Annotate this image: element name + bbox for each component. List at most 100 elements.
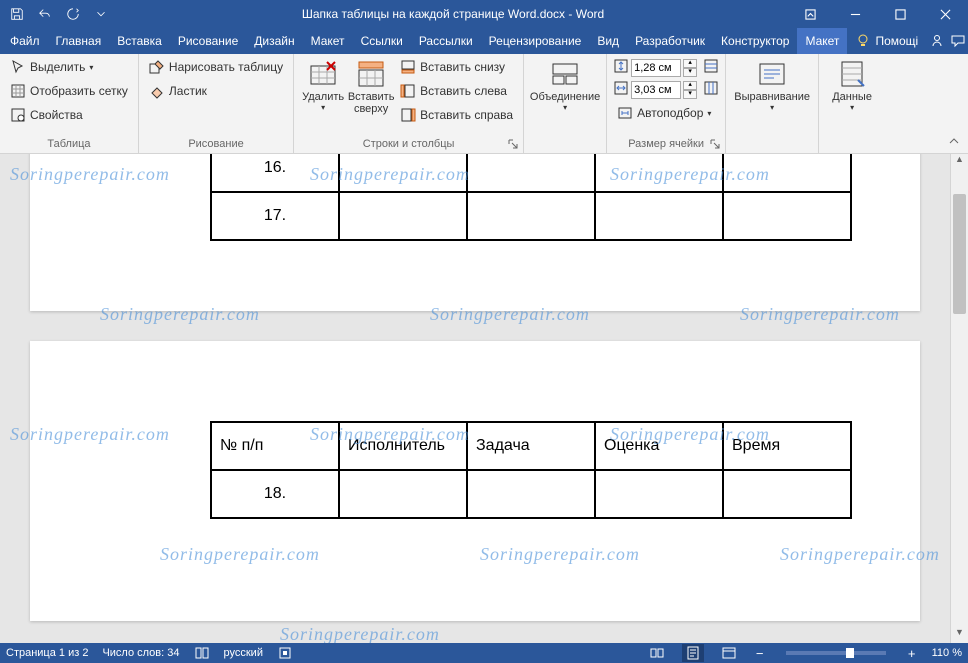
spellcheck-button[interactable] xyxy=(194,645,210,661)
dialog-launcher-icon[interactable] xyxy=(709,138,721,150)
delete-button[interactable]: Удалить▾ xyxy=(300,56,346,137)
close-button[interactable] xyxy=(923,0,968,28)
tab-home[interactable]: Главная xyxy=(48,28,110,54)
table-cell[interactable]: 17. xyxy=(211,192,339,240)
collapse-ribbon-button[interactable] xyxy=(946,133,962,149)
book-icon xyxy=(194,645,210,661)
width-spinner[interactable]: ▴▾ xyxy=(683,81,697,99)
tab-file[interactable]: Файл xyxy=(2,28,48,54)
read-mode-icon xyxy=(649,645,665,661)
group-alignment: Выравнивание▾ xyxy=(726,54,819,153)
undo-button[interactable] xyxy=(32,3,58,25)
qat-dropdown[interactable] xyxy=(88,3,114,25)
group-rowscols-label: Строки и столбцы xyxy=(300,137,517,153)
tab-mailings[interactable]: Рассылки xyxy=(411,28,481,54)
macro-button[interactable] xyxy=(277,645,293,661)
properties-button[interactable]: Свойства xyxy=(6,104,132,126)
zoom-thumb[interactable] xyxy=(846,648,854,658)
zoom-in-button[interactable]: + xyxy=(906,646,918,661)
scroll-down-icon[interactable]: ▼ xyxy=(951,627,968,643)
table-cell[interactable] xyxy=(339,192,467,240)
read-mode-button[interactable] xyxy=(646,644,668,662)
tab-design[interactable]: Дизайн xyxy=(246,28,302,54)
share-button[interactable] xyxy=(926,28,947,54)
row-height-field[interactable]: ▴▾ xyxy=(613,58,719,77)
table-header-cell[interactable]: Время xyxy=(723,422,851,470)
tab-table-design[interactable]: Конструктор xyxy=(713,28,797,54)
distribute-cols-icon[interactable] xyxy=(703,80,719,99)
insert-below-button[interactable]: Вставить снизу xyxy=(396,56,517,78)
scroll-up-icon[interactable]: ▲ xyxy=(951,154,968,170)
page-indicator[interactable]: Страница 1 из 2 xyxy=(6,647,88,659)
select-button[interactable]: Выделить ▾ xyxy=(6,56,132,78)
word-count[interactable]: Число слов: 34 xyxy=(102,647,179,659)
table-cell[interactable] xyxy=(467,470,595,518)
web-layout-button[interactable] xyxy=(718,644,740,662)
table-cell[interactable]: 16. xyxy=(211,154,339,192)
save-button[interactable] xyxy=(4,3,30,25)
autofit-button[interactable]: Автоподбор ▾ xyxy=(613,102,719,124)
zoom-slider[interactable] xyxy=(786,651,886,655)
group-align-label xyxy=(732,137,812,153)
draw-table-button[interactable]: Нарисовать таблицу xyxy=(145,56,287,78)
table-cell[interactable] xyxy=(595,192,723,240)
document-table-page2[interactable]: № п/пИсполнительЗадачаОценкаВремя 18. xyxy=(210,421,852,519)
zoom-level[interactable]: 110 % xyxy=(932,647,962,659)
alignment-button[interactable]: Выравнивание▾ xyxy=(732,56,812,137)
minimize-button[interactable] xyxy=(833,0,878,28)
insert-right-button[interactable]: Вставить справа xyxy=(396,104,517,126)
data-button[interactable]: Данные▾ xyxy=(825,56,879,137)
col-width-field[interactable]: ▴▾ xyxy=(613,80,719,99)
table-cell[interactable] xyxy=(339,470,467,518)
table-cell[interactable] xyxy=(595,470,723,518)
eraser-button[interactable]: Ластик xyxy=(145,80,287,102)
row-height-input[interactable] xyxy=(631,59,681,77)
group-merge-label xyxy=(530,137,600,153)
table-header-cell[interactable]: Задача xyxy=(467,422,595,470)
language-indicator[interactable]: русский xyxy=(224,647,263,659)
tab-review[interactable]: Рецензирование xyxy=(481,28,590,54)
gridlines-button[interactable]: Отобразить сетку xyxy=(6,80,132,102)
tab-view[interactable]: Вид xyxy=(589,28,627,54)
table-cell[interactable] xyxy=(723,154,851,192)
col-width-input[interactable] xyxy=(631,81,681,99)
print-layout-button[interactable] xyxy=(682,644,704,662)
tab-draw[interactable]: Рисование xyxy=(170,28,246,54)
document-table-page1[interactable]: 16. 17. xyxy=(210,154,852,241)
table-header-cell[interactable]: Исполнитель xyxy=(339,422,467,470)
properties-icon xyxy=(10,107,26,123)
table-cell[interactable] xyxy=(595,154,723,192)
tab-developer[interactable]: Разработчик xyxy=(627,28,713,54)
tab-layout[interactable]: Макет xyxy=(303,28,353,54)
table-row: 16. xyxy=(211,154,851,192)
redo-button[interactable] xyxy=(60,3,86,25)
table-cell[interactable] xyxy=(723,192,851,240)
table-cell[interactable]: 18. xyxy=(211,470,339,518)
height-spinner[interactable]: ▴▾ xyxy=(683,59,697,77)
tell-me[interactable]: Помощі xyxy=(847,28,926,54)
table-cell[interactable] xyxy=(467,154,595,192)
table-header-cell[interactable]: № п/п xyxy=(211,422,339,470)
properties-label: Свойства xyxy=(30,108,83,122)
insert-left-button[interactable]: Вставить слева xyxy=(396,80,517,102)
distribute-rows-icon[interactable] xyxy=(703,58,719,77)
dialog-launcher-icon[interactable] xyxy=(507,138,519,150)
insert-above-button[interactable]: Вставить сверху xyxy=(348,56,394,137)
zoom-out-button[interactable]: − xyxy=(754,646,766,661)
table-cell[interactable] xyxy=(467,192,595,240)
comments-button[interactable] xyxy=(947,28,968,54)
table-cell[interactable] xyxy=(723,470,851,518)
vertical-scrollbar[interactable]: ▲ ▼ xyxy=(950,154,968,643)
ribbon-options-button[interactable] xyxy=(788,0,833,28)
table-cell[interactable] xyxy=(339,154,467,192)
scrollbar-thumb[interactable] xyxy=(953,194,966,314)
window-title: Шапка таблицы на каждой странице Word.do… xyxy=(118,7,788,21)
tab-insert[interactable]: Вставка xyxy=(109,28,170,54)
select-label: Выделить xyxy=(30,60,85,74)
merge-button[interactable]: Объединение▾ xyxy=(530,56,600,137)
table-header-cell[interactable]: Оценка xyxy=(595,422,723,470)
tab-table-layout[interactable]: Макет xyxy=(797,28,847,54)
tab-references[interactable]: Ссылки xyxy=(353,28,411,54)
document-scroll[interactable]: 16. 17. № п/пИсполнительЗадачаОценкаВрем… xyxy=(0,154,950,643)
maximize-button[interactable] xyxy=(878,0,923,28)
